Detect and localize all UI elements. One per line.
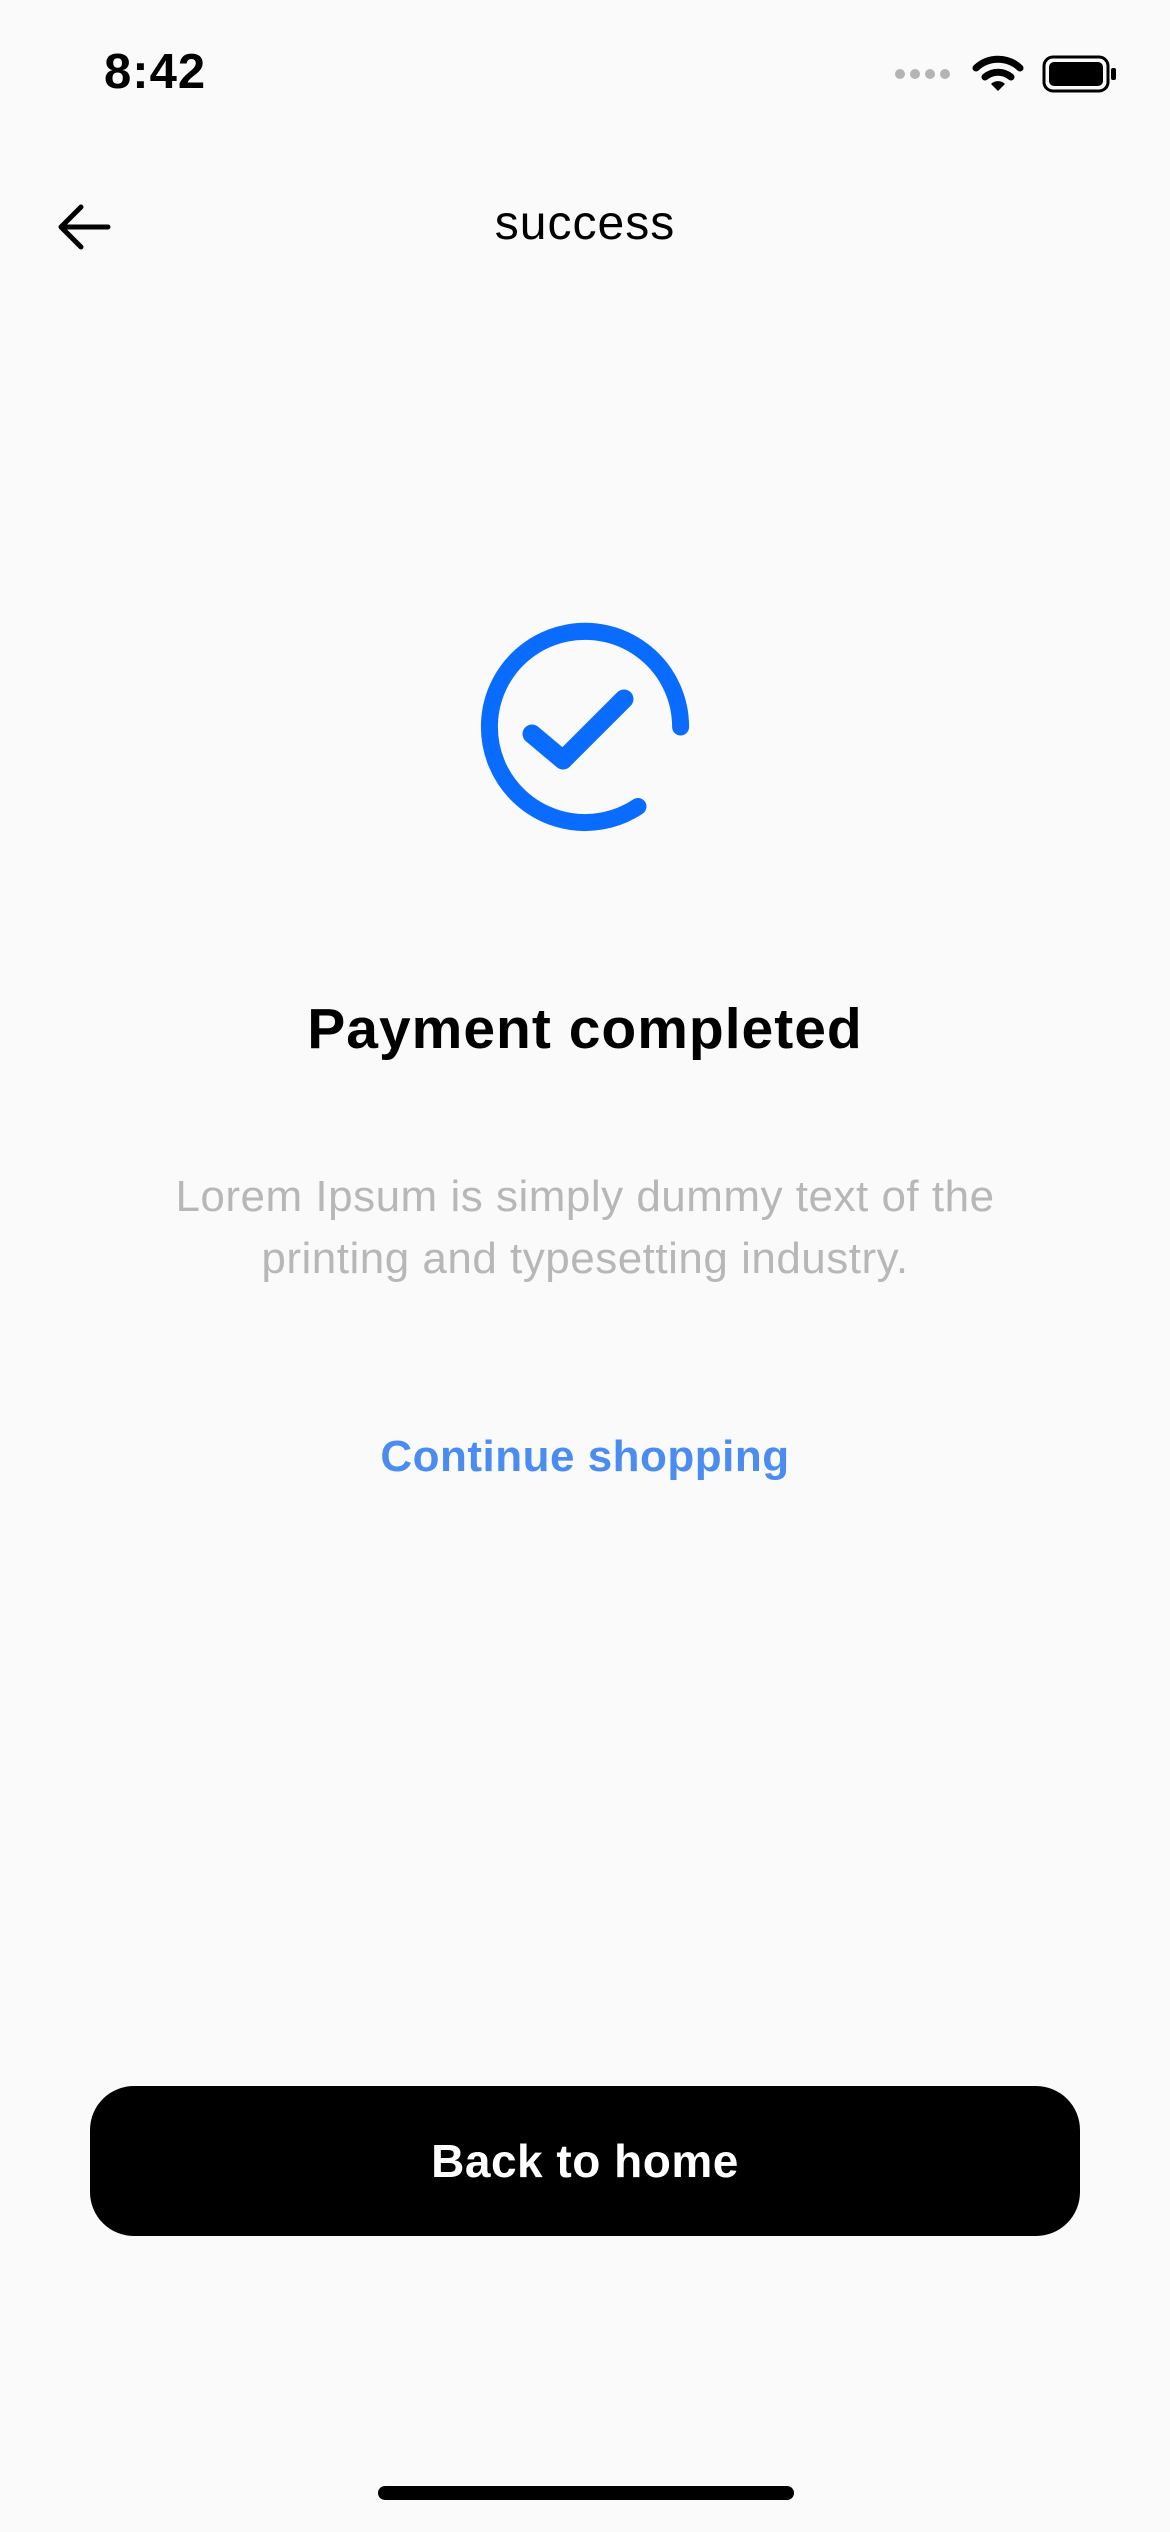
status-icons [895,54,1118,94]
back-to-home-button[interactable]: Back to home [90,2086,1080,2236]
home-indicator [378,2486,794,2500]
check-circle-icon [480,622,690,832]
page-title: success [494,197,676,250]
wifi-icon [972,55,1024,91]
battery-icon [1042,55,1116,93]
navigation-bar: success [0,180,1170,270]
cellular-signal-icon [895,69,950,79]
continue-shopping-link[interactable]: Continue shopping [0,1432,1170,1482]
payment-description: Lorem Ipsum is simply dummy text of the … [175,1172,995,1283]
status-bar: 8:42 [0,0,1170,150]
payment-status-heading: Payment completed [307,997,863,1061]
status-time: 8:42 [104,45,207,99]
